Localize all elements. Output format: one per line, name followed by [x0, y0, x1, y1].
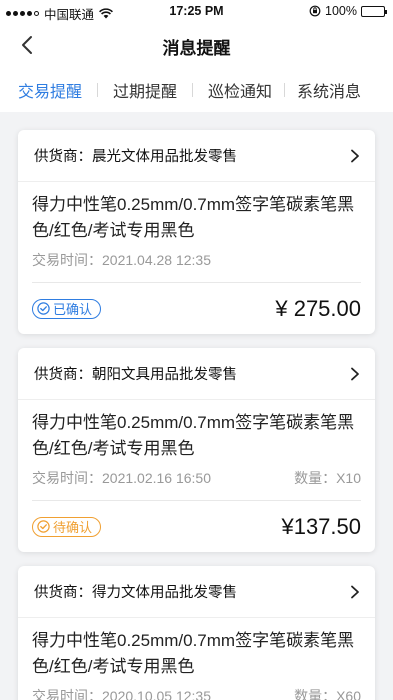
transaction-card[interactable]: 供货商：晨光文体用品批发零售 得力中性笔0.25mm/0.7mm签字笔碳素笔黑色… [18, 130, 375, 334]
supplier-row[interactable]: 供货商：晨光文体用品批发零售 [18, 130, 375, 182]
card-footer: 已确认 ¥ 275.00 [32, 282, 361, 334]
orientation-lock-icon [309, 5, 321, 17]
supplier-name: 供货商：晨光文体用品批发零售 [34, 149, 237, 165]
status-badge: 待确认 [32, 516, 102, 537]
tab-divider [97, 83, 99, 97]
status-right: 100% [309, 4, 387, 18]
quantity: 数量：X10 [294, 470, 361, 486]
card-body: 得力中性笔0.25mm/0.7mm签字笔碳素笔黑色/红色/考试专用黑色 交易时间… [18, 618, 375, 700]
supplier-row[interactable]: 供货商：得力文体用品批发零售 [18, 566, 375, 618]
supplier-name: 供货商：朝阳文具用品批发零售 [34, 367, 237, 383]
transaction-card[interactable]: 供货商：朝阳文具用品批发零售 得力中性笔0.25mm/0.7mm签字笔碳素笔黑色… [18, 348, 375, 552]
quantity: 数量：X60 [294, 688, 361, 700]
card-footer: 待确认 ¥137.50 [32, 500, 361, 552]
price: ¥ 275.00 [275, 295, 361, 321]
status-bar: 中国联通 17:25 PM 100% [0, 0, 393, 22]
check-circle-icon [37, 302, 50, 315]
page-title: 消息提醒 [162, 39, 231, 58]
chevron-right-icon [351, 367, 359, 380]
back-button[interactable] [12, 30, 42, 60]
battery-percent: 100% [325, 4, 357, 18]
status-label: 待确认 [53, 520, 93, 535]
nav-bar: 消息提醒 [0, 22, 393, 68]
supplier-row[interactable]: 供货商：朝阳文具用品批发零售 [18, 348, 375, 400]
meta-row: 交易时间：2021.04.28 12:35 [32, 250, 361, 272]
transaction-time: 交易时间：2021.04.28 12:35 [32, 252, 211, 268]
product-name: 得力中性笔0.25mm/0.7mm签字笔碳素笔黑色/红色/考试专用黑色 [32, 413, 355, 458]
tab-transaction[interactable]: 交易提醒 [18, 68, 82, 112]
meta-row: 交易时间：2020.10.05 12:35 数量：X60 [32, 686, 361, 700]
meta-row: 交易时间：2021.02.16 16:50 数量：X10 [32, 468, 361, 490]
tab-divider [192, 83, 194, 97]
chevron-right-icon [351, 149, 359, 162]
status-label: 已确认 [53, 302, 93, 317]
card-body: 得力中性笔0.25mm/0.7mm签字笔碳素笔黑色/红色/考试专用黑色 交易时间… [18, 400, 375, 552]
supplier-name: 供货商：得力文体用品批发零售 [34, 585, 237, 601]
tab-bar: 交易提醒 过期提醒 巡检通知 系统消息 [0, 68, 393, 112]
status-badge: 已确认 [32, 298, 102, 319]
product-name: 得力中性笔0.25mm/0.7mm签字笔碳素笔黑色/红色/考试专用黑色 [32, 195, 355, 240]
price: ¥137.50 [281, 513, 361, 539]
chevron-right-icon [351, 585, 359, 598]
transaction-card[interactable]: 供货商：得力文体用品批发零售 得力中性笔0.25mm/0.7mm签字笔碳素笔黑色… [18, 566, 375, 700]
check-circle-icon [37, 520, 50, 533]
tab-expiry[interactable]: 过期提醒 [113, 68, 177, 112]
tab-system[interactable]: 系统消息 [297, 68, 361, 112]
chevron-left-icon [22, 36, 32, 54]
tab-inspection[interactable]: 巡检通知 [208, 68, 272, 112]
battery-icon [361, 5, 387, 17]
tab-divider [284, 83, 286, 97]
transaction-time: 交易时间：2021.02.16 16:50 [32, 470, 211, 486]
card-body: 得力中性笔0.25mm/0.7mm签字笔碳素笔黑色/红色/考试专用黑色 交易时间… [18, 182, 375, 334]
transaction-time: 交易时间：2020.10.05 12:35 [32, 688, 211, 700]
product-name: 得力中性笔0.25mm/0.7mm签字笔碳素笔黑色/红色/考试专用黑色 [32, 631, 355, 676]
